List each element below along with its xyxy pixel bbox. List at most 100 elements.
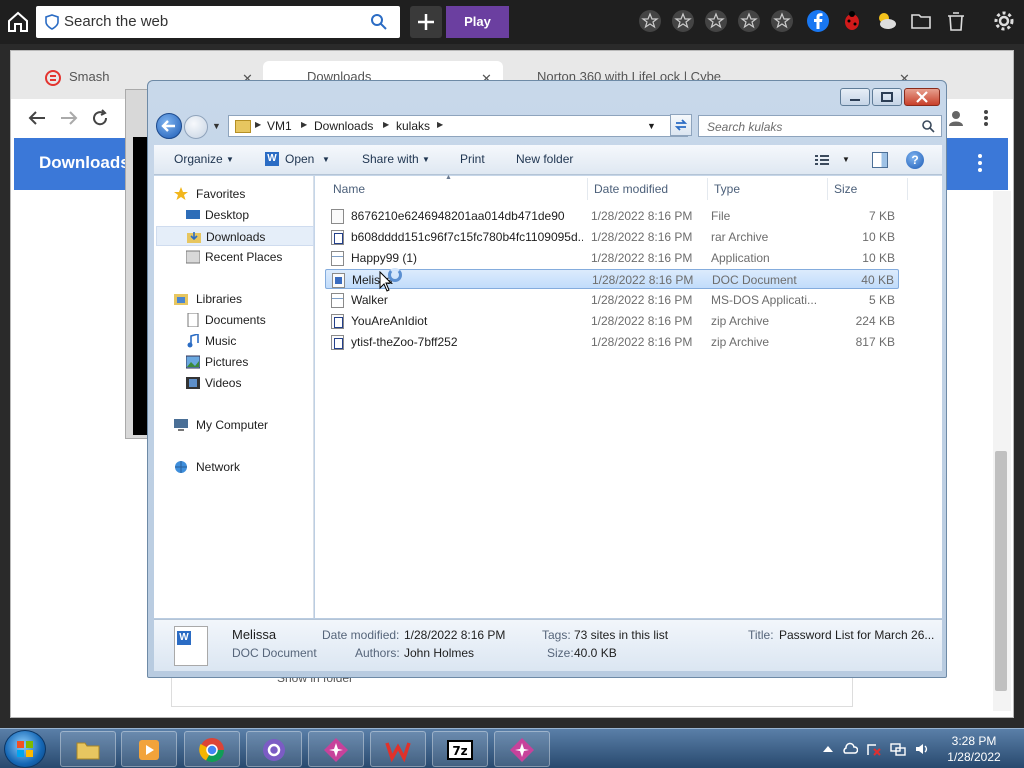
nav-libraries[interactable]: Libraries <box>154 289 312 309</box>
file-row[interactable]: YouAreAnIdiot 1/28/2022 8:16 PM zip Arch… <box>325 311 899 331</box>
nav-my-computer[interactable]: My Computer <box>154 415 312 435</box>
print-button[interactable]: Print <box>460 152 485 166</box>
nav-documents[interactable]: Documents <box>154 310 312 330</box>
preview-pane-icon[interactable] <box>872 152 888 168</box>
organize-button[interactable]: Organize <box>174 152 223 166</box>
breadcrumb-kulaks[interactable]: kulaks <box>396 119 430 133</box>
star-icon[interactable] <box>737 9 761 33</box>
explorer-search-box[interactable]: Search kulaks <box>698 115 942 137</box>
star-icon[interactable] <box>671 9 695 33</box>
web-search-box[interactable]: Search the web <box>36 6 400 38</box>
breadcrumb-arrow-icon[interactable]: ▶ <box>437 120 443 129</box>
breadcrumb-arrow-icon[interactable]: ▶ <box>383 120 389 129</box>
home-icon[interactable] <box>6 10 30 34</box>
start-button[interactable] <box>4 730 46 768</box>
add-button[interactable] <box>410 6 442 38</box>
column-divider[interactable] <box>707 178 708 200</box>
folder-icon <box>235 120 251 133</box>
column-divider[interactable] <box>587 178 588 200</box>
breadcrumb-arrow-icon[interactable]: ▶ <box>255 120 261 129</box>
weather-icon[interactable] <box>874 9 898 33</box>
play-button[interactable]: Play <box>446 6 509 38</box>
open-button[interactable]: Open <box>285 152 314 166</box>
file-row[interactable]: Walker 1/28/2022 8:16 PM MS-DOS Applicat… <box>325 290 899 310</box>
new-folder-button[interactable]: New folder <box>516 152 573 166</box>
address-bar[interactable]: ▶ VM1 ▶ Downloads ▶ kulaks ▶ ▼ <box>228 115 688 137</box>
column-header-name[interactable]: Name <box>333 182 365 196</box>
back-button[interactable] <box>156 113 182 139</box>
search-icon[interactable] <box>921 119 935 133</box>
share-with-button[interactable]: Share with <box>362 152 419 166</box>
nav-downloads[interactable]: Downloads <box>156 226 314 246</box>
taskbar-browser-app[interactable] <box>246 731 302 767</box>
search-icon[interactable] <box>370 13 388 31</box>
nav-music[interactable]: Music <box>154 331 312 351</box>
column-header-size[interactable]: Size <box>834 182 857 196</box>
folder-icon[interactable] <box>909 9 933 33</box>
nav-videos[interactable]: Videos <box>154 373 312 393</box>
view-options-icon[interactable] <box>815 154 829 166</box>
volume-icon[interactable] <box>914 741 930 757</box>
taskbar-explorer[interactable] <box>60 731 116 767</box>
taskbar-7zip[interactable]: 7z <box>432 731 488 767</box>
forward-button[interactable] <box>184 115 208 139</box>
file-row[interactable]: b608dddd151c96f7c15fc780b4fc1109095d... … <box>325 227 899 247</box>
page-scroll-thumb[interactable] <box>995 451 1007 691</box>
history-dropdown-icon[interactable]: ▼ <box>212 121 221 131</box>
trash-icon[interactable] <box>944 9 968 33</box>
reload-icon[interactable] <box>91 109 109 127</box>
details-file-name: Melissa <box>232 627 277 642</box>
taskbar-app-pink[interactable] <box>308 731 364 767</box>
column-divider[interactable] <box>827 178 828 200</box>
address-dropdown-icon[interactable]: ▼ <box>647 121 656 131</box>
column-header-type[interactable]: Type <box>714 182 740 196</box>
star-icon[interactable] <box>770 9 794 33</box>
breadcrumb-arrow-icon[interactable]: ▶ <box>301 120 307 129</box>
profile-icon[interactable] <box>947 109 965 127</box>
file-row[interactable]: ytisf-theZoo-7bff252 1/28/2022 8:16 PM z… <box>325 332 899 352</box>
file-row[interactable]: Happy99 (1) 1/28/2022 8:16 PM Applicatio… <box>325 248 899 268</box>
back-arrow-icon[interactable] <box>27 109 47 127</box>
ladybug-icon[interactable] <box>840 9 864 33</box>
more-options-icon[interactable] <box>978 154 982 172</box>
taskbar-media-player[interactable] <box>121 731 177 767</box>
star-icon[interactable] <box>704 9 728 33</box>
clock-time[interactable]: 3:28 PM <box>944 734 1004 748</box>
help-icon[interactable]: ? <box>906 151 924 169</box>
browser-menu-icon[interactable] <box>983 109 989 127</box>
chevron-down-icon[interactable]: ▼ <box>842 155 850 164</box>
breadcrumb-vm1[interactable]: VM1 <box>267 119 292 133</box>
taskbar-chrome[interactable] <box>184 731 240 767</box>
nav-desktop[interactable]: Desktop <box>154 205 312 225</box>
nav-recent-places[interactable]: Recent Places <box>154 247 312 267</box>
file-row-selected[interactable]: Melissa 1/28/2022 8:16 PM DOC Document 4… <box>325 269 899 289</box>
clock-date[interactable]: 1/28/2022 <box>944 750 1004 764</box>
column-header-date[interactable]: Date modified <box>594 182 668 196</box>
action-center-icon[interactable] <box>866 741 882 757</box>
minimize-button[interactable] <box>840 88 870 106</box>
column-divider[interactable] <box>907 178 908 200</box>
taskbar-wps[interactable] <box>370 731 426 767</box>
file-row[interactable]: 8676210e6246948201aa014db471de90 1/28/20… <box>325 206 899 226</box>
facebook-icon[interactable] <box>806 9 830 33</box>
taskbar-app-pink-2[interactable] <box>494 731 550 767</box>
chevron-down-icon[interactable]: ▼ <box>322 155 330 164</box>
refresh-button[interactable] <box>670 114 692 136</box>
gear-icon[interactable] <box>992 9 1016 33</box>
nav-network[interactable]: Network <box>154 457 312 477</box>
forward-arrow-icon[interactable] <box>59 109 79 127</box>
nav-favorites[interactable]: Favorites <box>154 184 312 204</box>
nav-pictures[interactable]: Pictures <box>154 352 312 372</box>
network-status-icon[interactable] <box>890 741 906 757</box>
cloud-sync-icon[interactable] <box>842 741 858 757</box>
show-hidden-icons-icon[interactable] <box>820 741 836 757</box>
file-type: Application <box>711 251 770 265</box>
mouse-cursor-icon <box>379 271 393 292</box>
details-date-label: Date modified: <box>322 628 400 642</box>
close-button[interactable] <box>904 88 940 106</box>
maximize-button[interactable] <box>872 88 902 106</box>
star-icon[interactable] <box>638 9 662 33</box>
file-date: 1/28/2022 8:16 PM <box>591 293 693 307</box>
breadcrumb-downloads[interactable]: Downloads <box>314 119 373 133</box>
file-type: MS-DOS Applicati... <box>711 293 817 307</box>
